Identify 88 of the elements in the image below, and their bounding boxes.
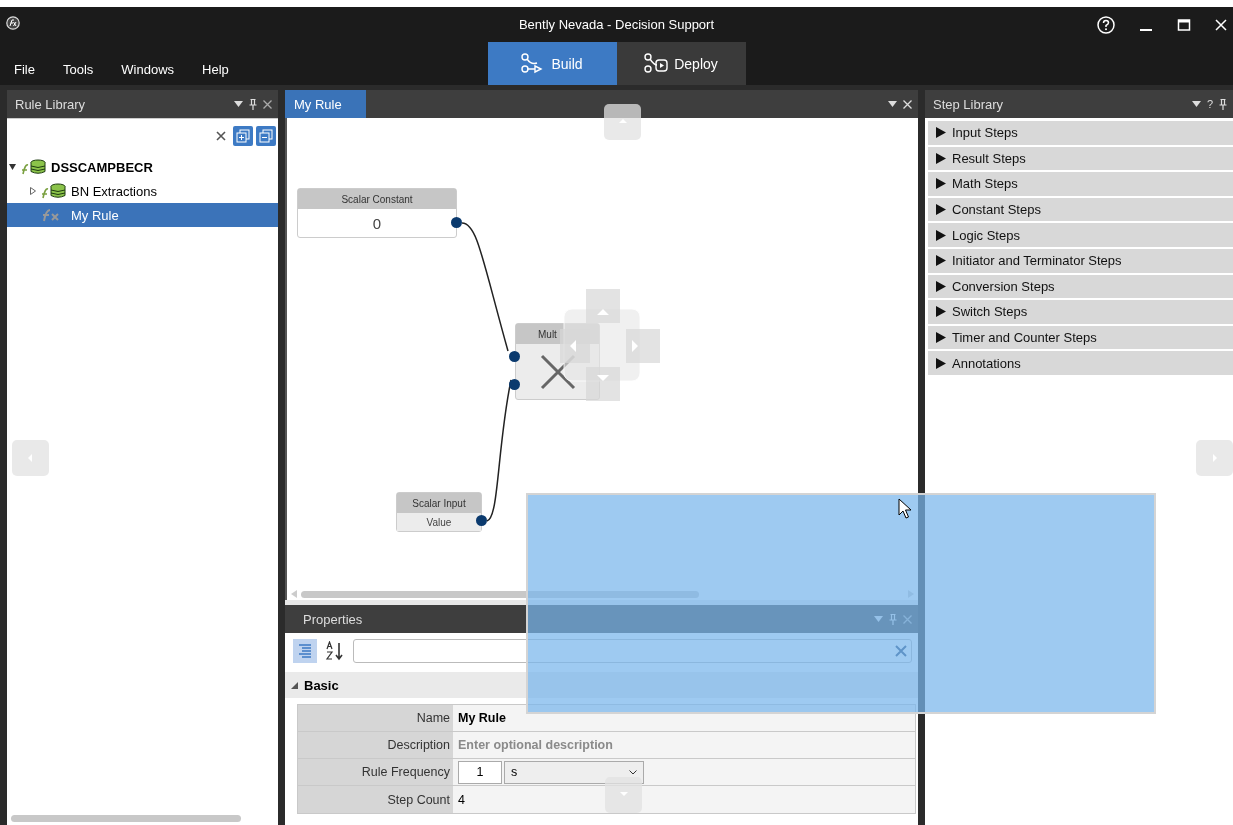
collapse-all-button[interactable] xyxy=(256,126,276,146)
category-label: Initiator and Terminator Steps xyxy=(952,253,1122,269)
maximize-icon[interactable] xyxy=(1177,17,1191,32)
app-logo-icon xyxy=(6,16,20,30)
category-header[interactable]: Input Steps xyxy=(928,121,1233,145)
tree-item[interactable]: My Rule xyxy=(7,203,278,227)
node-title: Scalar Input xyxy=(397,493,481,513)
tree-label: DSSCAMPBECR xyxy=(51,159,153,175)
window-title: Bently Nevada - Decision Support xyxy=(518,17,715,32)
expand-arrow-icon[interactable] xyxy=(29,187,37,195)
category-header[interactable]: Switch Steps xyxy=(928,300,1233,324)
dropdown-icon[interactable] xyxy=(234,101,243,107)
category-label: Math Steps xyxy=(952,176,1018,192)
expand-all-icon xyxy=(236,129,250,143)
category-header[interactable]: Initiator and Terminator Steps xyxy=(928,248,1233,273)
step-node[interactable]: Scalar Constant 0 xyxy=(297,188,457,238)
expand-arrow-icon xyxy=(936,152,946,164)
expand-arrow-icon xyxy=(936,204,946,216)
category-label: Conversion Steps xyxy=(952,278,1055,294)
expand-arrow-icon xyxy=(936,332,946,344)
property-value: 4 xyxy=(453,786,915,813)
group-label: Basic xyxy=(304,677,339,693)
menu-item[interactable]: Windows xyxy=(107,62,189,77)
property-label: Name xyxy=(298,705,453,731)
panel-title: Step Library xyxy=(933,96,1004,112)
help-icon[interactable] xyxy=(1097,15,1115,34)
port-dot[interactable] xyxy=(509,351,520,362)
database-icon xyxy=(41,183,67,199)
step-node[interactable]: Scalar Input Value xyxy=(396,492,482,532)
menu-item[interactable]: Help xyxy=(188,62,243,77)
expand-arrow-icon xyxy=(936,306,946,318)
category-header[interactable]: Logic Steps xyxy=(928,223,1233,247)
property-label: Rule Frequency xyxy=(298,759,453,785)
expand-arrow-icon xyxy=(936,255,946,267)
category-header[interactable]: Result Steps xyxy=(928,146,1233,171)
expand-arrow-icon xyxy=(936,357,946,369)
category-label: Logic Steps xyxy=(952,227,1020,243)
port-dot[interactable] xyxy=(476,515,487,526)
help-button[interactable]: ? xyxy=(1206,98,1213,110)
expand-arrow-icon xyxy=(936,127,946,139)
number-field[interactable]: 1 xyxy=(458,760,502,784)
document-tab[interactable]: My Rule xyxy=(285,90,366,118)
category-header[interactable]: Annotations xyxy=(928,351,1233,375)
category-label: Switch Steps xyxy=(952,304,1028,320)
flow-play-icon xyxy=(644,53,669,74)
property-label: Description xyxy=(298,732,453,758)
category-label: Result Steps xyxy=(952,150,1026,166)
collapse-arrow-icon xyxy=(291,681,298,689)
database-icon xyxy=(21,159,47,175)
menu-item[interactable]: File xyxy=(0,62,49,77)
tree-item[interactable]: DSSCAMPBECR xyxy=(7,155,278,179)
tree-label: BN Extractions xyxy=(71,183,157,199)
collapse-all-icon xyxy=(259,129,273,143)
unit-dropdown[interactable]: s xyxy=(504,760,644,784)
category-label: Constant Steps xyxy=(952,202,1041,218)
expand-all-button[interactable] xyxy=(233,126,253,146)
category-label: Annotations xyxy=(952,355,1021,371)
menu-item[interactable]: Tools xyxy=(48,62,108,77)
category-header[interactable]: Conversion Steps xyxy=(928,274,1233,299)
tree-item[interactable]: BN Extractions xyxy=(7,179,278,203)
category-header[interactable]: Constant Steps xyxy=(928,197,1233,222)
collapse-arrow-icon[interactable] xyxy=(9,163,17,171)
expand-arrow-icon xyxy=(936,280,946,292)
node-value: Value xyxy=(397,513,481,531)
category-label: Input Steps xyxy=(952,125,1018,141)
category-header[interactable]: Timer and Counter Steps xyxy=(928,325,1233,350)
panel-title: Properties xyxy=(303,611,363,627)
property-label: Step Count xyxy=(298,786,453,813)
clear-icon[interactable] xyxy=(216,131,226,141)
category-label: Timer and Counter Steps xyxy=(952,330,1097,346)
node-title: Scalar Constant xyxy=(298,189,456,209)
node-value: 0 xyxy=(371,213,383,234)
pin-icon[interactable] xyxy=(249,98,257,110)
tree-label: My Rule xyxy=(71,207,119,223)
panel-title: Rule Library xyxy=(15,96,86,112)
port-dot[interactable] xyxy=(509,379,520,390)
mode-tab[interactable]: Deploy xyxy=(616,42,746,85)
pin-icon[interactable] xyxy=(1219,98,1227,110)
port-dot[interactable] xyxy=(451,217,462,228)
chevron-down-icon xyxy=(629,769,637,775)
expand-arrow-icon xyxy=(936,229,946,241)
dropdown-icon[interactable] xyxy=(888,101,897,107)
category-header[interactable]: Math Steps xyxy=(928,172,1233,196)
sort-alphabetical-icon xyxy=(325,641,345,661)
mode-tab[interactable]: Build xyxy=(487,42,617,85)
dropdown-icon[interactable] xyxy=(1191,101,1201,107)
expand-arrow-icon xyxy=(936,178,946,190)
list-icon xyxy=(297,643,313,659)
